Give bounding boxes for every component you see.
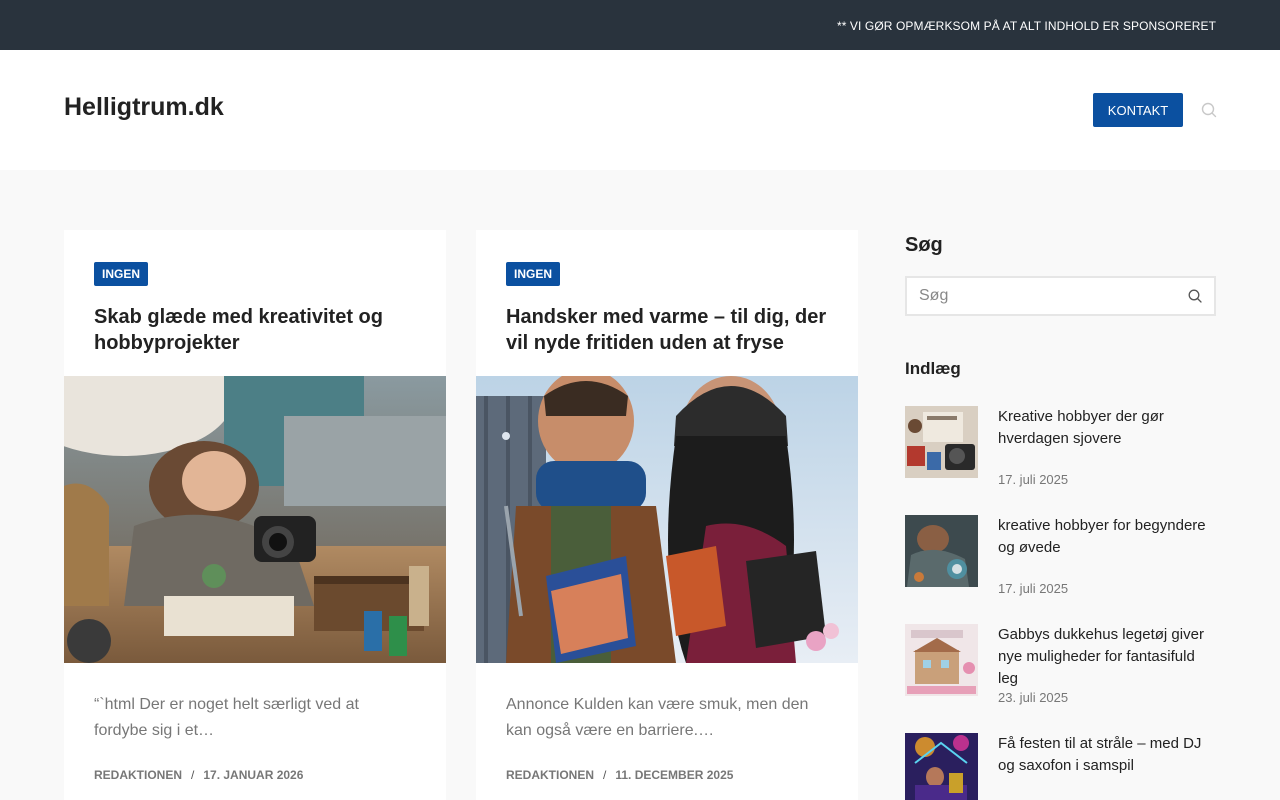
- top-notice-bar: ** VI GØR OPMÆRKSOM PÅ AT ALT INDHOLD ER…: [0, 0, 1280, 50]
- article-excerpt: “`html Der er noget helt særligt ved at …: [94, 696, 359, 739]
- search-widget-title: Søg: [905, 234, 943, 256]
- article-author[interactable]: REDAKTIONEN: [506, 768, 594, 782]
- sidebar-search-form: [905, 276, 1216, 316]
- post-thumbnail[interactable]: [905, 733, 978, 800]
- category-badge[interactable]: INGEN: [506, 262, 561, 286]
- article-title[interactable]: Handsker med varme – til dig, der vil ny…: [506, 304, 836, 356]
- meta-separator: /: [603, 768, 607, 782]
- post-thumbnail[interactable]: [905, 515, 978, 587]
- post-date: 17. juli 2025: [998, 581, 1069, 596]
- category-badge[interactable]: INGEN: [94, 262, 149, 286]
- post-title[interactable]: Få festen til at stråle – med DJ og saxo…: [998, 733, 1216, 777]
- article-date[interactable]: 11. DECEMBER 2025: [615, 768, 733, 782]
- list-item: Gabbys dukkehus legetøj giver nye muligh…: [905, 624, 1216, 724]
- site-header: Helligtrum.dk KONTAKT: [0, 50, 1280, 170]
- post-date: 17. juli 2025: [998, 472, 1069, 487]
- search-input[interactable]: [907, 278, 1167, 314]
- sponsored-notice: ** VI GØR OPMÆRKSOM PÅ AT ALT INDHOLD ER…: [836, 19, 1216, 33]
- post-thumbnail[interactable]: [905, 406, 978, 478]
- search-icon[interactable]: [1201, 102, 1217, 118]
- contact-button[interactable]: KONTAKT: [1093, 93, 1183, 127]
- search-icon[interactable]: [1188, 289, 1202, 303]
- article-meta: REDAKTIONEN / 17. JANUAR 2026: [94, 768, 303, 782]
- article-author[interactable]: REDAKTIONEN: [94, 768, 182, 782]
- post-thumbnail[interactable]: [905, 624, 978, 696]
- article-image[interactable]: [64, 376, 446, 663]
- post-date: 23. juli 2025: [998, 690, 1069, 705]
- article-title[interactable]: Skab glæde med kreativitet og hobbyproje…: [94, 304, 424, 356]
- article-date[interactable]: 17. JANUAR 2026: [203, 768, 303, 782]
- site-title[interactable]: Helligtrum.dk: [64, 93, 224, 122]
- article-excerpt: Annonce Kulden kan være smuk, men den ka…: [506, 696, 809, 739]
- list-item: Få festen til at stråle – med DJ og saxo…: [905, 733, 1216, 800]
- post-title[interactable]: kreative hobbyer for begyndere og øvede: [998, 515, 1216, 559]
- posts-widget-title: Indlæg: [905, 359, 961, 378]
- article-card: INGEN Skab glæde med kreativitet og hobb…: [64, 230, 446, 800]
- article-meta: REDAKTIONEN / 11. DECEMBER 2025: [506, 768, 733, 782]
- list-item: Kreative hobbyer der gør hverdagen sjove…: [905, 406, 1216, 506]
- post-title[interactable]: Kreative hobbyer der gør hverdagen sjove…: [998, 406, 1216, 450]
- list-item: kreative hobbyer for begyndere og øvede …: [905, 515, 1216, 615]
- post-title[interactable]: Gabbys dukkehus legetøj giver nye muligh…: [998, 624, 1216, 690]
- meta-separator: /: [191, 768, 195, 782]
- article-image[interactable]: [476, 376, 858, 663]
- article-card: INGEN Handsker med varme – til dig, der …: [476, 230, 858, 800]
